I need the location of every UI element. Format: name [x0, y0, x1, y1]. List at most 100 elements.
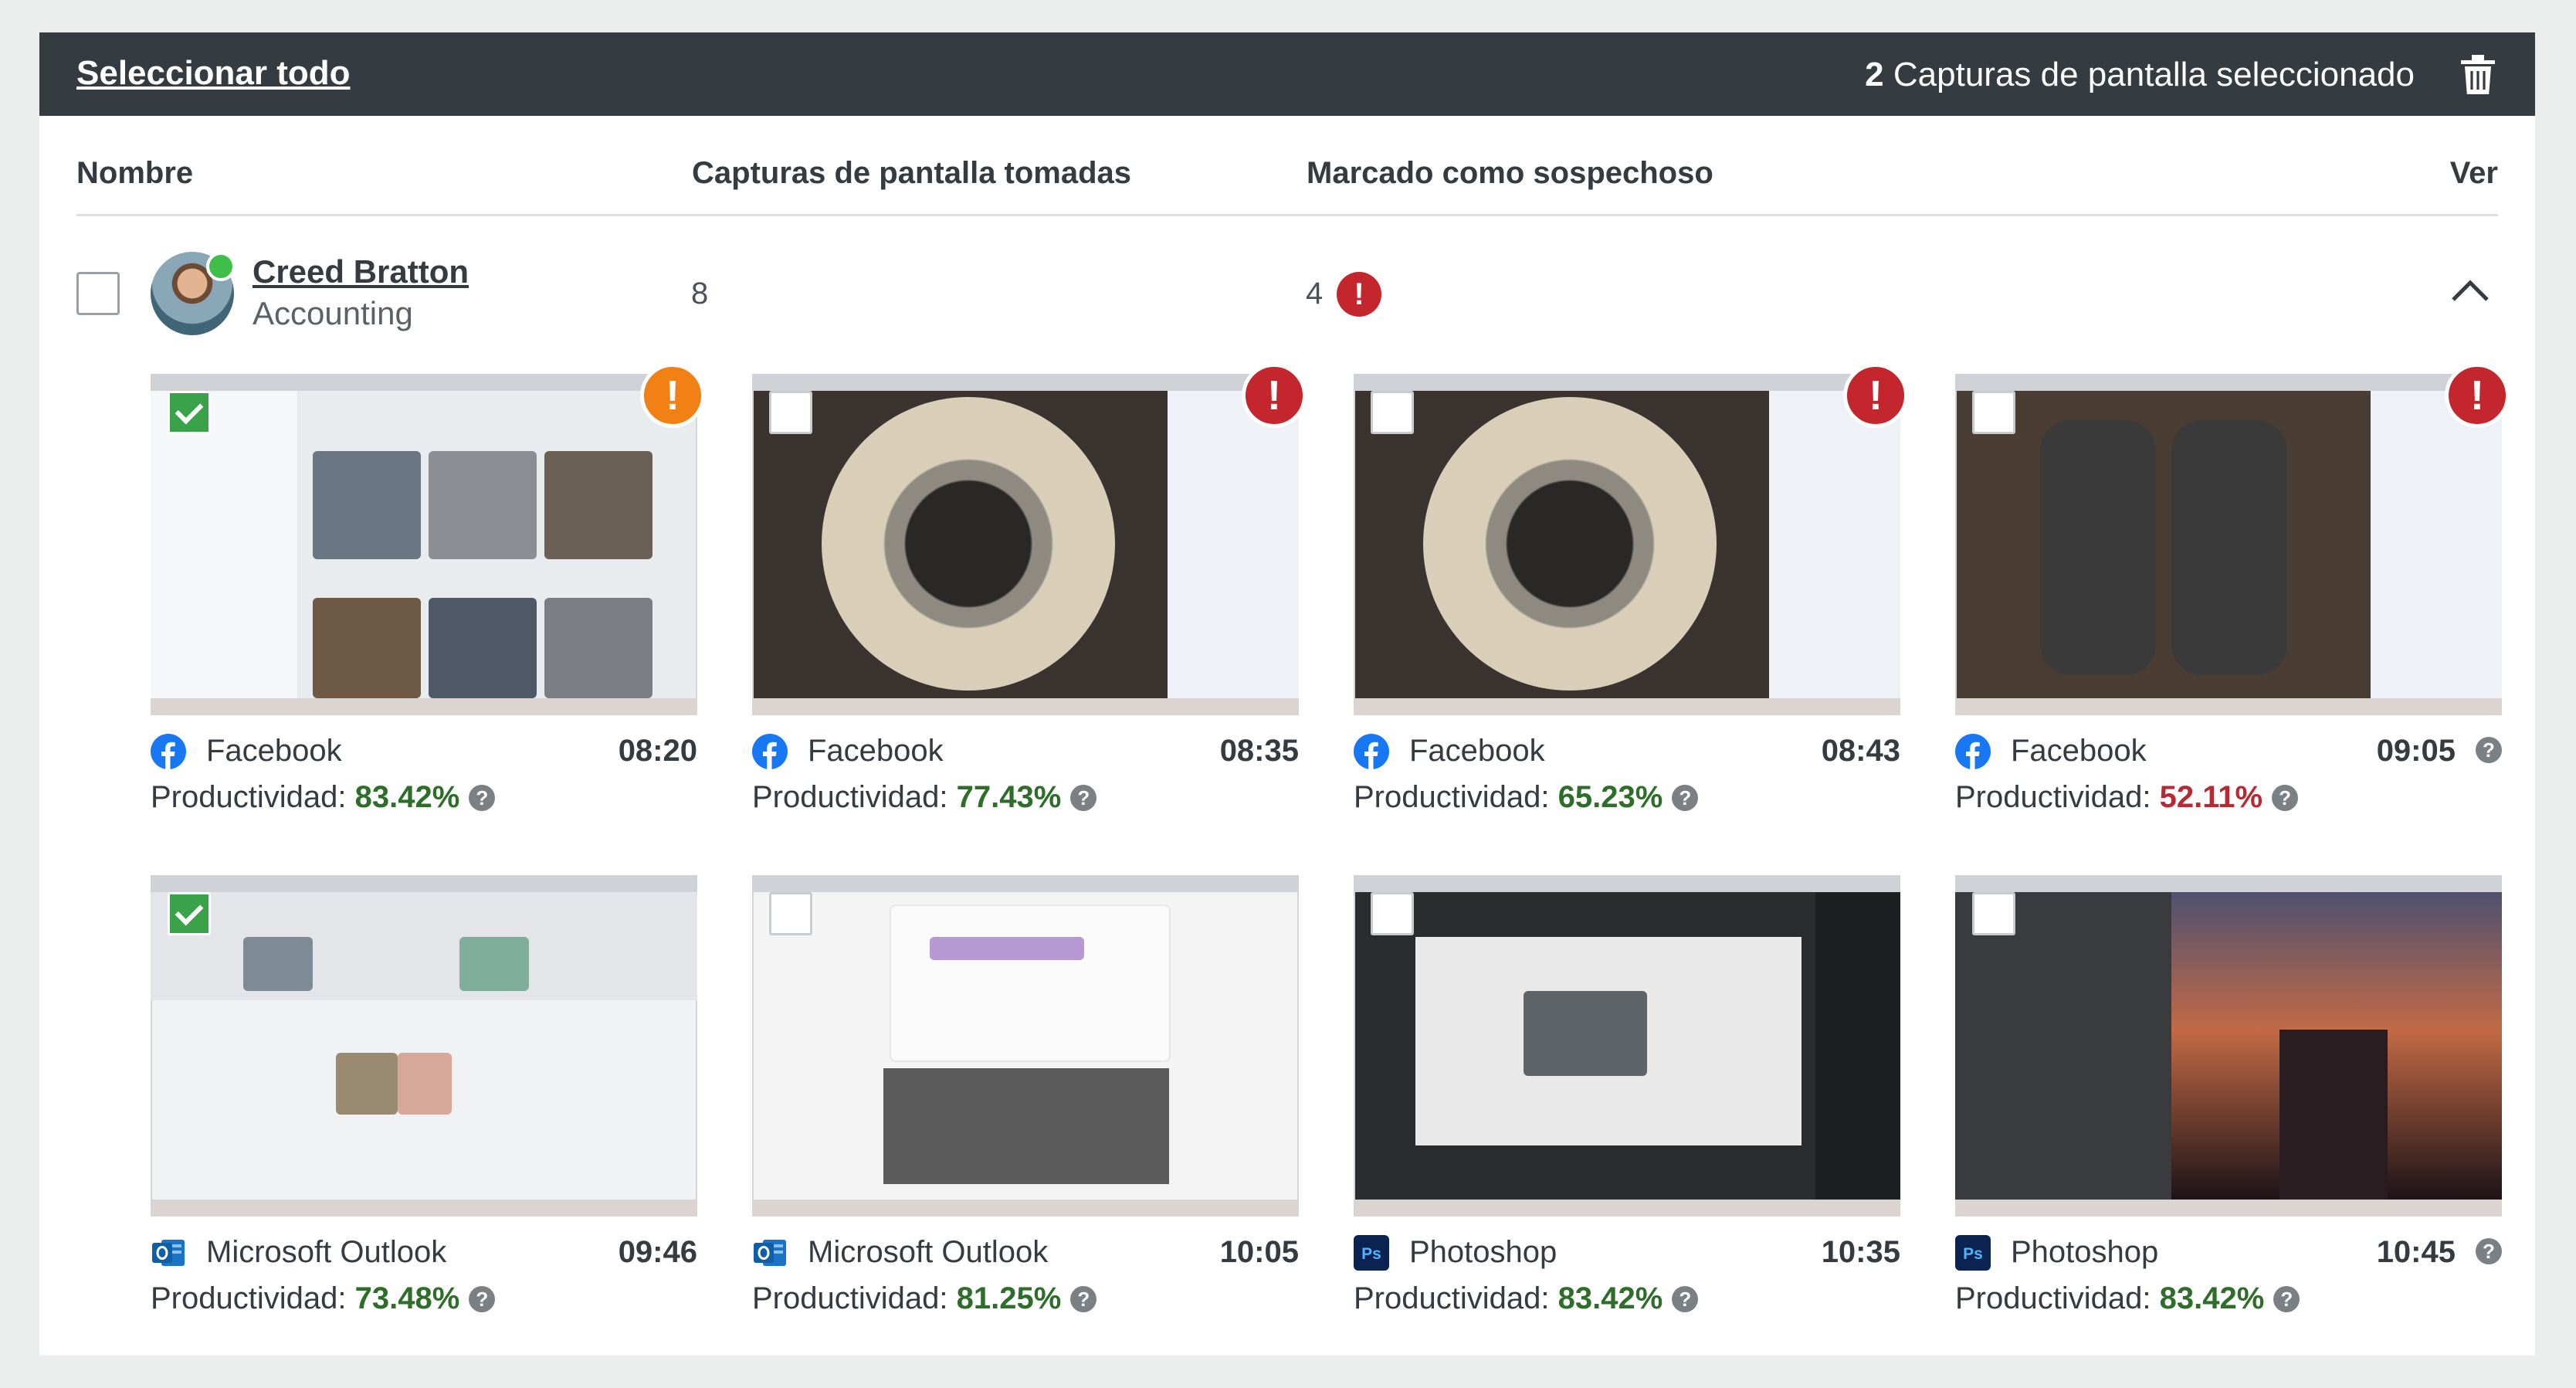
help-icon[interactable]: ?: [2273, 1286, 2300, 1312]
help-icon[interactable]: ?: [1070, 785, 1097, 811]
thumbnail-taskbar: [1354, 698, 1900, 715]
screenshots-panel: Seleccionar todo 2 Capturas de pantalla …: [39, 32, 2535, 1356]
screenshot-card: ! Facebook 08:43 Productividad: 65.23%?: [1354, 363, 1908, 814]
outlook-icon: [152, 1240, 185, 1266]
thumbnail-taskbar: [1955, 1200, 2502, 1217]
productivity-line: Productividad: 81.25%?: [752, 1281, 1097, 1316]
screenshot-thumbnail[interactable]: [1354, 374, 1900, 715]
capture-time: 09:05: [2376, 734, 2456, 768]
selection-toolbar: Seleccionar todo 2 Capturas de pantalla …: [39, 32, 2535, 116]
thumbnail-taskbar: [752, 698, 1299, 715]
productivity-line: Productividad: 77.43%?: [752, 780, 1097, 815]
screenshot-checkbox[interactable]: [769, 391, 812, 434]
suspicious-alert-icon: !: [640, 363, 705, 428]
capture-time: 10:05: [1219, 1235, 1299, 1269]
user-name-link[interactable]: Creed Bratton: [253, 253, 469, 290]
suspicious-alert-icon: !: [2445, 363, 2510, 428]
screenshot-checkbox[interactable]: [1371, 391, 1414, 434]
screenshot-thumbnail[interactable]: [752, 374, 1299, 715]
thumbnail-window-bar: [151, 374, 697, 391]
column-header-flagged[interactable]: Marcado como sospechoso: [1307, 156, 1713, 191]
screenshot-checkbox[interactable]: [168, 391, 211, 434]
help-icon[interactable]: ?: [469, 785, 496, 811]
thumbnail-window-bar: [1955, 374, 2502, 391]
productivity-label: Productividad:: [151, 1281, 347, 1315]
svg-text:Ps: Ps: [1361, 1245, 1381, 1263]
help-icon[interactable]: ?: [2272, 785, 2299, 811]
help-icon[interactable]: ?: [1070, 1286, 1097, 1312]
svg-text:Ps: Ps: [1963, 1245, 1983, 1263]
screenshot-thumbnail[interactable]: [151, 374, 697, 715]
app-name: Photoshop: [2011, 1235, 2159, 1269]
productivity-line: Productividad: 83.42%?: [1354, 1281, 1699, 1316]
selected-text: Capturas de pantalla seleccionado: [1893, 56, 2415, 93]
productivity-label: Productividad:: [151, 780, 347, 814]
trash-icon[interactable]: [2458, 53, 2498, 96]
productivity-label: Productividad:: [1354, 780, 1550, 814]
capture-time: 10:35: [1821, 1235, 1900, 1269]
productivity-value: 73.48%: [354, 1281, 460, 1315]
facebook-icon: [1955, 734, 1991, 769]
flag-alert-icon: !: [1337, 272, 1381, 317]
productivity-label: Productividad:: [752, 780, 948, 814]
app-name: Facebook: [206, 734, 342, 768]
screenshot-checkbox[interactable]: [1972, 892, 2015, 935]
select-all-link[interactable]: Seleccionar todo: [76, 54, 351, 93]
help-icon[interactable]: ?: [2476, 737, 2502, 763]
screenshot-thumbnail[interactable]: [1955, 374, 2502, 715]
app-name: Microsoft Outlook: [206, 1235, 447, 1269]
help-icon-container: ?: [2476, 737, 2502, 763]
productivity-line: Productividad: 73.48%?: [151, 1281, 496, 1316]
capture-time: 08:35: [1219, 734, 1299, 768]
screenshot-thumbnail[interactable]: [1955, 875, 2502, 1217]
screenshot-checkbox[interactable]: [168, 892, 211, 935]
screenshot-thumbnail[interactable]: [752, 875, 1299, 1217]
productivity-value: 83.42%: [354, 780, 460, 814]
app-name: Facebook: [808, 734, 944, 768]
productivity-line: Productividad: 52.11%?: [1955, 780, 2299, 815]
capture-time: 09:46: [618, 1235, 697, 1269]
productivity-value: 52.11%: [2159, 780, 2263, 814]
screenshot-checkbox[interactable]: [769, 892, 812, 935]
thumbnail-window-bar: [151, 875, 697, 892]
user-row-checkbox[interactable]: [76, 272, 120, 315]
help-icon-container: ?: [2476, 1238, 2502, 1264]
screenshot-card: Ps Photoshop 10:45? Productividad: 83.42%?: [1955, 875, 2502, 1315]
thumbnail-window-bar: [1354, 374, 1900, 391]
facebook-icon: [752, 734, 788, 769]
help-icon[interactable]: ?: [1672, 1286, 1699, 1312]
column-header-screenshots[interactable]: Capturas de pantalla tomadas: [692, 156, 1131, 191]
thumbnail-taskbar: [151, 1200, 697, 1217]
app-name: Photoshop: [1409, 1235, 1557, 1269]
screenshot-thumbnail[interactable]: [1354, 875, 1900, 1217]
photoshop-icon: Ps: [1955, 1235, 1991, 1271]
screenshot-card: ! Facebook 09:05? Productividad: 52.11%?: [1955, 363, 2510, 814]
chevron-up-icon[interactable]: [2449, 275, 2492, 306]
thumbnail-taskbar: [151, 698, 697, 715]
selected-count: 2: [1865, 56, 1884, 93]
screenshot-thumbnail[interactable]: [151, 875, 697, 1217]
help-icon[interactable]: ?: [1672, 785, 1699, 811]
capture-time: 10:45: [2376, 1235, 2456, 1269]
column-header-view: Ver: [2449, 156, 2498, 190]
screenshot-card: ! Facebook 08:20 Productividad: 83.42%?: [151, 363, 705, 814]
suspicious-alert-icon: !: [1242, 363, 1307, 428]
column-header-name[interactable]: Nombre: [76, 156, 193, 191]
productivity-label: Productividad:: [1354, 1281, 1550, 1315]
header-divider: [76, 214, 2498, 216]
thumbnail-taskbar: [1354, 1200, 1900, 1217]
thumbnail-window-bar: [752, 875, 1299, 892]
help-icon[interactable]: ?: [2476, 1238, 2502, 1264]
productivity-value: 81.25%: [956, 1281, 1062, 1315]
screenshot-checkbox[interactable]: [1371, 892, 1414, 935]
screenshot-checkbox[interactable]: [1972, 391, 2015, 434]
thumbnail-taskbar: [752, 1200, 1299, 1217]
app-name: Microsoft Outlook: [808, 1235, 1049, 1269]
thumbnail-taskbar: [1955, 698, 2502, 715]
screenshot-card: Microsoft Outlook 09:46 Productividad: 73.…: [151, 875, 697, 1315]
thumbnail-window-bar: [1354, 875, 1900, 892]
productivity-value: 65.23%: [1557, 780, 1663, 814]
thumbnail-window-bar: [1955, 875, 2502, 892]
app-name: Facebook: [1409, 734, 1545, 768]
help-icon[interactable]: ?: [469, 1286, 496, 1312]
